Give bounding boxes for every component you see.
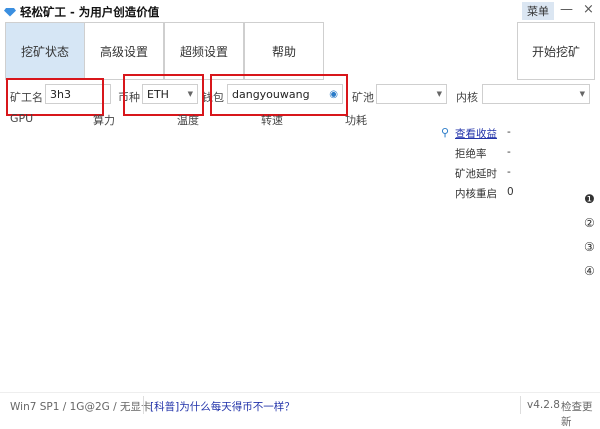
- magnifier-icon: ⚲: [441, 126, 450, 139]
- page-1-button[interactable]: ❶: [584, 192, 595, 206]
- core-restart-label: 内核重启: [455, 188, 497, 200]
- pool-select[interactable]: ▼: [376, 84, 447, 104]
- highlight-box-wallet: [210, 74, 348, 116]
- page-3-button[interactable]: ③: [584, 240, 595, 254]
- reject-rate-value: -: [507, 146, 511, 158]
- tab-help[interactable]: 帮助: [244, 22, 324, 80]
- column-power: 功耗: [345, 114, 367, 127]
- footer-divider: [0, 392, 600, 393]
- highlight-box-coin: [123, 74, 204, 116]
- title-text: 轻松矿工 - 为用户创造价值: [20, 5, 160, 19]
- app-logo-icon: [4, 7, 16, 17]
- chevron-down-icon: ▼: [579, 90, 585, 98]
- reject-rate-label: 拒绝率: [455, 148, 487, 160]
- system-info: Win7 SP1 / 1G@2G / 无显卡: [10, 401, 152, 413]
- core-label: 内核: [456, 91, 478, 104]
- tab-mining-status[interactable]: 挖矿状态: [5, 22, 85, 80]
- minimize-button[interactable]: —: [560, 2, 573, 17]
- footer-separator: [520, 396, 521, 414]
- faq-link[interactable]: [科普]为什么每天得币不一样？: [150, 399, 295, 414]
- earnings-value: -: [507, 126, 511, 138]
- core-select[interactable]: ▼: [482, 84, 590, 104]
- check-update-link[interactable]: 检查更新: [561, 399, 600, 429]
- view-earnings-link[interactable]: 查看收益: [455, 126, 497, 141]
- column-temperature: 温度: [177, 114, 199, 127]
- footer-separator: [143, 396, 144, 414]
- pool-label: 矿池: [352, 91, 374, 104]
- core-restart-value: 0: [507, 186, 514, 198]
- column-fan-speed: 转速: [261, 114, 283, 127]
- page-2-button[interactable]: ②: [584, 216, 595, 230]
- column-gpu: GPU: [10, 112, 34, 125]
- pool-latency-value: -: [507, 166, 511, 178]
- highlight-box-miner: [6, 78, 104, 116]
- close-button[interactable]: ×: [583, 2, 594, 17]
- chevron-down-icon: ▼: [436, 90, 442, 98]
- window-title: 轻松矿工 - 为用户创造价值: [4, 4, 159, 20]
- tab-advanced-settings[interactable]: 高级设置: [84, 22, 164, 80]
- version-label: v4.2.8: [527, 399, 560, 411]
- menu-button[interactable]: 菜单: [522, 2, 554, 20]
- start-mining-button[interactable]: 开始挖矿: [517, 22, 595, 80]
- column-hashrate: 算力: [93, 114, 115, 127]
- pool-latency-label: 矿池延时: [455, 168, 497, 180]
- page-4-button[interactable]: ④: [584, 264, 595, 278]
- tab-overclock-settings[interactable]: 超频设置: [164, 22, 244, 80]
